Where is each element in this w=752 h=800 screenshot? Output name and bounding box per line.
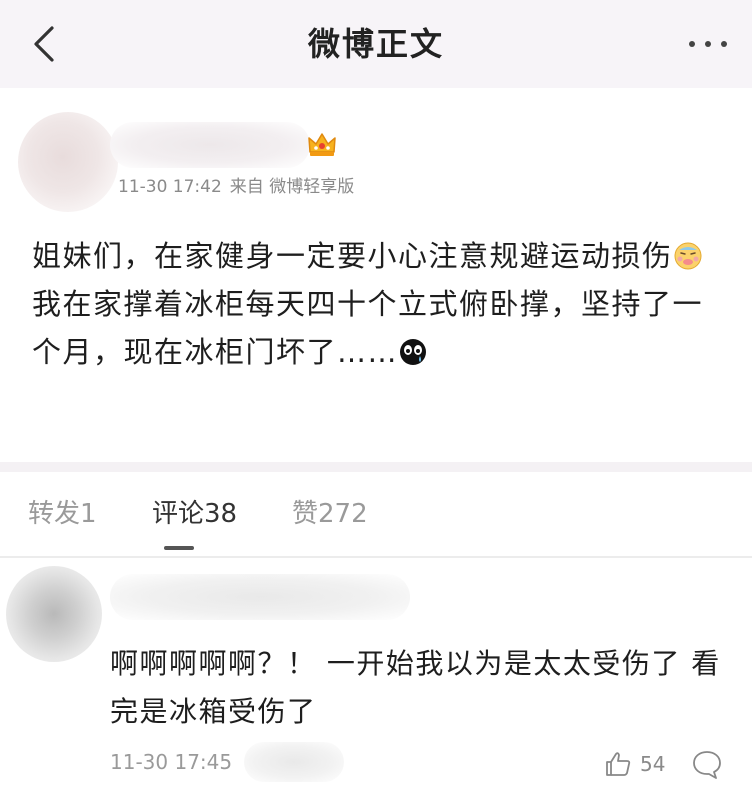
commenter-name-blurred[interactable] bbox=[110, 574, 410, 620]
like-count: 54 bbox=[640, 752, 666, 776]
comment-source-blurred bbox=[244, 742, 344, 782]
post-paragraph-2: 我在家撑着冰柜每天四十个立式俯卧撑，坚持了一个月，现在冰柜门坏了…… bbox=[32, 280, 722, 376]
commenter-avatar[interactable] bbox=[6, 566, 102, 662]
post-text-line2: 我在家撑着冰柜每天四十个立式俯卧撑，坚持了一个月，现在冰柜门坏了…… bbox=[32, 287, 704, 369]
comment-like-button[interactable]: 54 bbox=[604, 748, 665, 780]
post-time: 11-30 17:42 bbox=[118, 177, 222, 197]
tabs-divider bbox=[0, 556, 752, 558]
tab-comments[interactable]: 评论38 bbox=[152, 472, 237, 556]
active-tab-indicator bbox=[164, 546, 194, 550]
comment-time: 11-30 17:45 bbox=[110, 750, 233, 774]
post-source: 来自 微博轻享版 bbox=[229, 177, 355, 197]
page-title: 微博正文 bbox=[307, 25, 444, 63]
more-dots-icon bbox=[689, 41, 727, 47]
sick-face-emoji bbox=[674, 242, 702, 270]
author-avatar[interactable] bbox=[18, 112, 118, 212]
post-meta: 11-30 17:42 来自 微博轻享版 bbox=[118, 172, 354, 197]
weibo-post-page: 微博正文 11-30 17:42 来自 微博轻享版 姐妹们，在家健身一定要小心注意… bbox=[0, 0, 752, 800]
comment-bubble-icon[interactable] bbox=[690, 748, 724, 780]
tab-reposts[interactable]: 转发1 bbox=[28, 472, 97, 556]
post-body: 姐妹们，在家健身一定要小心注意规避运动损伤 我在家撑着冰柜每天四十个立式俯卧撑，… bbox=[32, 232, 722, 376]
more-options-button[interactable] bbox=[684, 24, 732, 64]
section-divider bbox=[0, 462, 752, 472]
comment-text: 啊啊啊啊啊？！ 一开始我以为是太太受伤了 看完是冰箱受伤了 bbox=[110, 647, 721, 728]
author-name-blurred[interactable] bbox=[110, 122, 310, 168]
tab-likes[interactable]: 赞272 bbox=[292, 472, 368, 556]
interaction-tabs: 转发1 评论38 赞272 bbox=[0, 472, 752, 556]
crown-icon[interactable] bbox=[306, 128, 338, 160]
top-nav-bar: 微博正文 bbox=[0, 0, 752, 88]
thumbs-up-icon bbox=[606, 752, 631, 776]
post-paragraph-1: 姐妹们，在家健身一定要小心注意规避运动损伤 bbox=[32, 232, 722, 280]
post-text-line1: 姐妹们，在家健身一定要小心注意规避运动损伤 bbox=[32, 239, 673, 273]
teary-face-emoji bbox=[400, 339, 427, 365]
